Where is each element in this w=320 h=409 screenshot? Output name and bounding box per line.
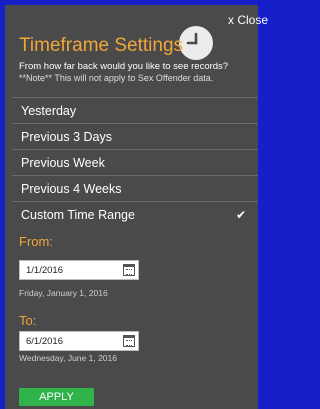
apply-button[interactable]: APPLY: [19, 388, 94, 406]
from-date-input[interactable]: [20, 261, 116, 279]
timeframe-settings-panel: x Close Timeframe Settings From how far …: [5, 5, 268, 409]
to-label: To:: [19, 313, 37, 328]
option-label: Custom Time Range: [21, 208, 135, 222]
clock-icon: [179, 26, 213, 60]
from-label: From:: [19, 234, 53, 249]
option-label: Previous 4 Weeks: [21, 182, 122, 196]
from-date-hint: Friday, January 1, 2016: [19, 288, 108, 298]
dialog-title: Timeframe Settings: [19, 35, 184, 56]
option-label: Yesterday: [21, 104, 77, 118]
option-previous-4-weeks[interactable]: Previous 4 Weeks: [12, 175, 258, 201]
checkmark-icon: ✔: [235, 208, 246, 222]
option-previous-3-days[interactable]: Previous 3 Days: [12, 123, 258, 149]
to-date-input[interactable]: [20, 332, 116, 350]
calendar-icon[interactable]: [123, 264, 135, 276]
to-date-hint: Wednesday, June 1, 2016: [19, 353, 117, 363]
to-date-field: [19, 331, 139, 351]
calendar-icon[interactable]: [123, 335, 135, 347]
dialog-note: **Note** This will not apply to Sex Offe…: [19, 73, 214, 83]
close-button[interactable]: x Close: [228, 13, 268, 27]
dialog-subtitle: From how far back would you like to see …: [19, 61, 229, 72]
option-label: Previous 3 Days: [21, 130, 113, 144]
option-previous-week[interactable]: Previous Week: [12, 149, 258, 175]
option-custom-time-range[interactable]: Custom Time Range ✔: [12, 201, 258, 227]
from-date-field: [19, 260, 139, 280]
option-yesterday[interactable]: Yesterday: [12, 97, 258, 123]
option-label: Previous Week: [21, 156, 105, 170]
